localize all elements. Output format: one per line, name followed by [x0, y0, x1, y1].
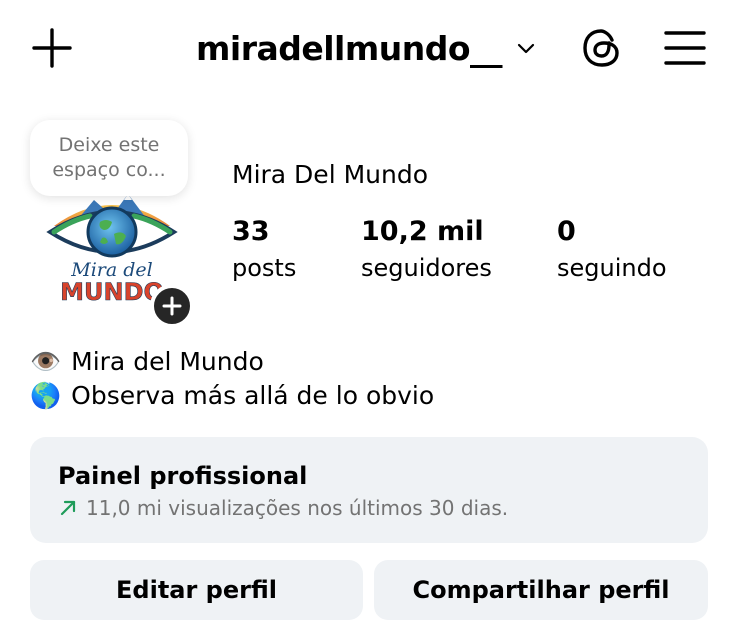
- account-switcher[interactable]: miradellmundo__: [196, 26, 536, 70]
- stat-followers[interactable]: 10,2 mil seguidores: [361, 212, 492, 284]
- eye-emoji-icon: 👁️: [30, 347, 62, 376]
- profile-header: miradellmundo__: [0, 0, 738, 96]
- hamburger-menu-icon: [664, 31, 706, 65]
- professional-dashboard[interactable]: Painel profissional 11,0 mi visualizaçõe…: [30, 437, 708, 543]
- stat-posts[interactable]: 33 posts: [232, 212, 296, 284]
- bio-text: Observa más allá de lo obvio: [71, 381, 435, 410]
- plus-icon: [162, 296, 182, 316]
- chevron-down-icon: [517, 43, 535, 54]
- share-profile-button[interactable]: Compartilhar perfil: [374, 560, 708, 620]
- bio-line: 🌎 Observa más allá de lo obvio: [30, 379, 434, 413]
- globe-emoji-icon: 🌎: [30, 381, 62, 410]
- note-bubble-line1: Deixe este: [58, 134, 160, 156]
- bio-text: Mira del Mundo: [71, 347, 264, 376]
- trend-up-arrow-icon: [60, 500, 76, 516]
- avatar-logo-text-line2: MUNDO: [60, 278, 164, 306]
- stat-following-value: 0: [557, 216, 576, 247]
- stat-posts-label: posts: [232, 254, 297, 282]
- bio-line: 👁️ Mira del Mundo: [30, 345, 264, 379]
- stat-following[interactable]: 0 seguindo: [557, 212, 667, 284]
- display-name: Mira Del Mundo: [232, 160, 429, 189]
- threads-button[interactable]: [580, 26, 624, 70]
- professional-dashboard-subtitle: 11,0 mi visualizações nos últimos 30 dia…: [58, 493, 680, 523]
- add-story-button[interactable]: [150, 284, 194, 328]
- username: miradellmundo__: [196, 28, 503, 68]
- note-bubble-line2: espaço co...: [52, 159, 166, 181]
- plus-icon: [32, 28, 72, 68]
- views-summary: 11,0 mi visualizações nos últimos 30 dia…: [86, 496, 509, 520]
- threads-icon: [583, 29, 619, 67]
- edit-profile-button[interactable]: Editar perfil: [30, 560, 363, 620]
- stat-following-label: seguindo: [557, 254, 667, 282]
- stat-followers-value: 10,2 mil: [361, 216, 484, 247]
- professional-dashboard-title: Painel profissional: [58, 462, 308, 490]
- note-bubble[interactable]: Deixe este espaço co...: [30, 120, 188, 196]
- menu-button[interactable]: [662, 26, 708, 70]
- create-button[interactable]: [30, 26, 74, 70]
- stat-followers-label: seguidores: [361, 254, 492, 282]
- stat-posts-value: 33: [232, 216, 270, 247]
